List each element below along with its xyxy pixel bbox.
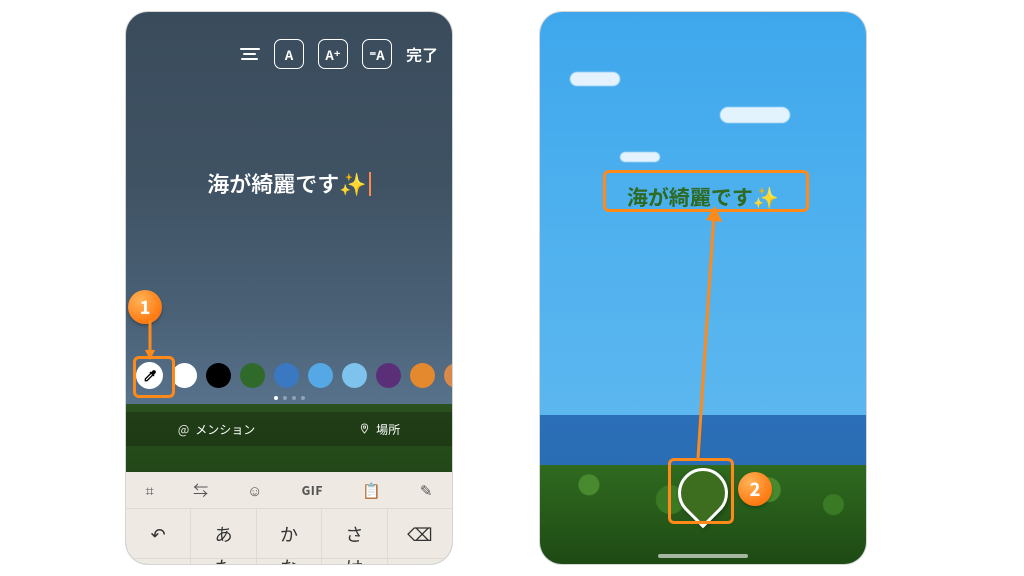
location-label: 場所 bbox=[376, 421, 400, 438]
key-na[interactable]: な bbox=[256, 558, 321, 564]
font-size-label: A⁺ bbox=[325, 45, 340, 64]
annotation-badge-2: 2 bbox=[738, 472, 772, 506]
text-toolbar: A A⁺ ⁼A 完了 bbox=[126, 36, 452, 72]
color-swatch-orange[interactable] bbox=[410, 363, 435, 388]
key-ha[interactable]: は bbox=[321, 558, 386, 564]
text-bg-button[interactable]: ⁼A bbox=[362, 39, 392, 69]
cloud-icon bbox=[620, 152, 660, 162]
palette-page-dots bbox=[126, 396, 452, 400]
kb-arrows-icon[interactable]: ⇆ bbox=[193, 480, 208, 501]
color-swatch-green[interactable] bbox=[240, 363, 265, 388]
eyedropper-cursor[interactable] bbox=[678, 468, 722, 520]
key-blank2[interactable] bbox=[387, 558, 452, 564]
mention-chip[interactable]: @ メンション bbox=[178, 421, 255, 438]
kb-gif-button[interactable]: GIF bbox=[302, 482, 323, 499]
kb-pen-icon[interactable]: ✎ bbox=[420, 480, 433, 501]
text-caret bbox=[369, 172, 371, 196]
location-chip[interactable]: 場所 bbox=[359, 421, 400, 438]
color-swatch-lightblue[interactable] bbox=[342, 363, 367, 388]
key-a[interactable]: あ bbox=[190, 508, 255, 558]
keyboard-row-2: た な は bbox=[126, 558, 452, 564]
home-indicator bbox=[658, 554, 748, 558]
location-icon bbox=[359, 421, 370, 438]
font-style-label: A bbox=[285, 45, 293, 64]
status-bar bbox=[126, 12, 452, 34]
sparkle-icon: ✨ bbox=[753, 182, 779, 212]
mention-label: メンション bbox=[195, 421, 255, 438]
kb-clipboard-icon[interactable]: 📋 bbox=[362, 480, 381, 501]
keyboard-row-1: ↶ あ か さ ⌫ bbox=[126, 508, 452, 558]
align-center-icon bbox=[240, 48, 260, 60]
story-text: 海が綺麗です bbox=[207, 167, 339, 199]
sticker-chip-bar: @ メンション 場所 bbox=[126, 412, 452, 446]
text-align-button[interactable] bbox=[240, 40, 260, 68]
mention-icon: @ bbox=[178, 421, 189, 438]
color-palette bbox=[136, 362, 442, 389]
story-text-colored[interactable]: 海が綺麗です✨ bbox=[627, 182, 779, 212]
story-text-overlay[interactable]: 海が綺麗です✨ bbox=[126, 167, 452, 199]
annotation-badge-1: 1 bbox=[128, 290, 162, 324]
cloud-icon bbox=[720, 107, 790, 123]
eyedropper-icon bbox=[142, 368, 158, 384]
key-backspace[interactable]: ⌫ bbox=[387, 508, 452, 558]
key-ka[interactable]: か bbox=[256, 508, 321, 558]
kb-grid-icon[interactable]: ⌗ bbox=[146, 480, 154, 501]
sparkle-icon: ✨ bbox=[339, 167, 366, 199]
phone-left: A A⁺ ⁼A 完了 海が綺麗です✨ @ bbox=[126, 12, 452, 564]
color-swatch-black[interactable] bbox=[206, 363, 231, 388]
text-bg-label: ⁼A bbox=[369, 45, 384, 64]
keyboard: ⌗ ⇆ ☺ GIF 📋 ✎ ↶ あ か さ ⌫ た な は bbox=[126, 472, 452, 564]
done-button[interactable]: 完了 bbox=[406, 42, 438, 66]
key-undo[interactable]: ↶ bbox=[126, 508, 190, 558]
kb-sticker-icon[interactable]: ☺ bbox=[247, 480, 262, 501]
story-text: 海が綺麗です bbox=[627, 182, 753, 212]
eyedropper-button[interactable] bbox=[136, 362, 163, 389]
color-swatch-blue[interactable] bbox=[274, 363, 299, 388]
key-blank1[interactable] bbox=[126, 558, 190, 564]
color-swatch-purple[interactable] bbox=[376, 363, 401, 388]
key-sa[interactable]: さ bbox=[321, 508, 386, 558]
keyboard-toolbar: ⌗ ⇆ ☺ GIF 📋 ✎ bbox=[126, 472, 452, 508]
color-swatch-white[interactable] bbox=[172, 363, 197, 388]
font-style-button[interactable]: A bbox=[274, 39, 304, 69]
phone-right: 海が綺麗です✨ bbox=[540, 12, 866, 564]
color-swatch-skyblue[interactable] bbox=[308, 363, 333, 388]
story-sea bbox=[540, 415, 866, 470]
font-size-button[interactable]: A⁺ bbox=[318, 39, 348, 69]
key-ta[interactable]: た bbox=[190, 558, 255, 564]
cloud-icon bbox=[570, 72, 620, 86]
